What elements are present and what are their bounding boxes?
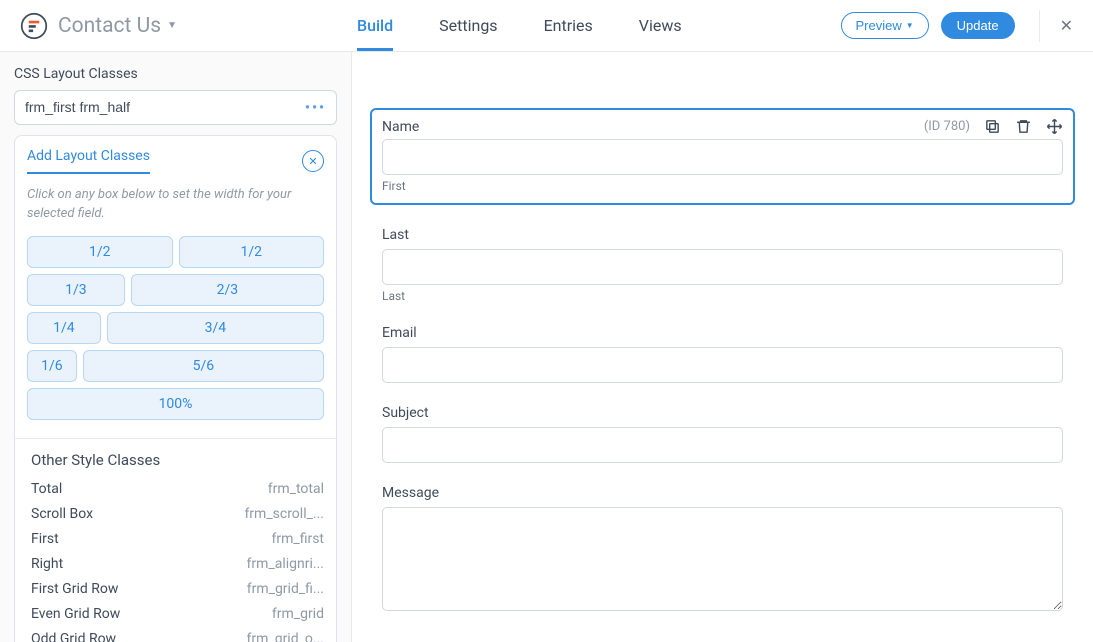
layout-hint: Click on any box below to set the width … xyxy=(27,186,324,224)
field-name[interactable]: Name (ID 780) First xyxy=(370,108,1075,205)
tab-build[interactable]: Build xyxy=(357,0,393,51)
other-class-row[interactable]: Total frm_total xyxy=(31,481,324,497)
field-message[interactable]: Message xyxy=(382,485,1063,615)
sidebar: CSS Layout Classes ••• Add Layout Classe… xyxy=(0,52,352,642)
duplicate-icon[interactable] xyxy=(984,118,1001,135)
field-label: Last xyxy=(382,227,1063,243)
layout-cell-third[interactable]: 1/3 xyxy=(27,274,125,306)
email-input[interactable] xyxy=(382,347,1063,383)
chevron-down-icon: ▼ xyxy=(906,21,914,30)
field-last[interactable]: Last Last xyxy=(382,227,1063,303)
subject-input[interactable] xyxy=(382,427,1063,463)
other-class: frm_grid_fi... xyxy=(247,581,324,597)
selected-field-header: Name (ID 780) xyxy=(382,118,1063,135)
form-canvas: Name (ID 780) First Last Last Email Subj… xyxy=(352,52,1093,642)
preview-button[interactable]: Preview ▼ xyxy=(841,12,929,39)
other-name: First xyxy=(31,531,59,547)
other-name: Even Grid Row xyxy=(31,606,120,622)
css-classes-label: CSS Layout Classes xyxy=(14,66,337,82)
move-icon[interactable] xyxy=(1046,118,1063,135)
other-name: First Grid Row xyxy=(31,581,118,597)
layout-cell-half[interactable]: 1/2 xyxy=(179,236,325,268)
layout-panel: Add Layout Classes ✕ Click on any box be… xyxy=(14,135,337,642)
field-id: (ID 780) xyxy=(924,119,970,134)
last-input[interactable] xyxy=(382,249,1063,285)
field-label: Message xyxy=(382,485,1063,501)
app-header: Contact Us ▼ Build Settings Entries View… xyxy=(0,0,1093,52)
layout-cell-two-thirds[interactable]: 2/3 xyxy=(131,274,324,306)
app-logo-icon xyxy=(20,12,48,40)
other-class: frm_alignri... xyxy=(247,556,324,572)
field-actions xyxy=(984,118,1063,135)
other-class: frm_scroll_... xyxy=(244,506,324,522)
field-label: Name xyxy=(382,119,419,135)
update-button[interactable]: Update xyxy=(941,12,1015,39)
layout-cell-quarter[interactable]: 1/4 xyxy=(27,312,101,344)
layout-row: 1/6 5/6 xyxy=(27,350,324,382)
chevron-down-icon: ▼ xyxy=(167,20,177,31)
layout-panel-tab[interactable]: Add Layout Classes xyxy=(27,148,150,174)
tab-views[interactable]: Views xyxy=(639,0,682,51)
main-layout: CSS Layout Classes ••• Add Layout Classe… xyxy=(0,52,1093,642)
other-name: Total xyxy=(31,481,62,497)
other-class: frm_grid_o... xyxy=(247,631,325,642)
other-classes-list: Totalfrm_total Scroll Boxfrm_scroll_... … xyxy=(27,481,324,642)
field-sublabel: Last xyxy=(382,289,1063,303)
field-subject[interactable]: Subject xyxy=(382,405,1063,463)
tab-settings[interactable]: Settings xyxy=(439,0,497,51)
other-class-row[interactable]: Even Grid Row frm_grid xyxy=(31,606,324,622)
layout-cell-full[interactable]: 100% xyxy=(27,388,324,420)
other-class-row[interactable]: Scroll Box frm_scroll_... xyxy=(31,506,324,522)
layout-grid: 1/2 1/2 1/3 2/3 1/4 3/4 1/6 5/6 100% xyxy=(27,236,324,420)
layout-cell-five-sixths[interactable]: 5/6 xyxy=(83,350,324,382)
layout-cell-three-quarters[interactable]: 3/4 xyxy=(107,312,324,344)
preview-label: Preview xyxy=(856,18,902,33)
divider xyxy=(15,438,336,439)
logo-title-wrap: Contact Us ▼ xyxy=(20,12,177,40)
other-classes-title: Other Style Classes xyxy=(27,451,324,469)
close-icon: ✕ xyxy=(1060,16,1073,35)
other-class: frm_first xyxy=(271,531,324,547)
other-class: frm_total xyxy=(268,481,324,497)
main-tabs: Build Settings Entries Views xyxy=(357,0,682,51)
field-label: Email xyxy=(382,325,1063,341)
layout-cell-sixth[interactable]: 1/6 xyxy=(27,350,77,382)
layout-row: 100% xyxy=(27,388,324,420)
header-actions: Preview ▼ Update ✕ xyxy=(841,10,1074,42)
name-first-input[interactable] xyxy=(382,139,1063,175)
close-icon: ✕ xyxy=(308,155,317,168)
trash-icon[interactable] xyxy=(1015,118,1032,135)
other-class-row[interactable]: First frm_first xyxy=(31,531,324,547)
layout-row: 1/4 3/4 xyxy=(27,312,324,344)
close-button[interactable]: ✕ xyxy=(1039,10,1073,42)
page-title-text: Contact Us xyxy=(58,14,161,38)
other-name: Odd Grid Row xyxy=(31,631,116,642)
tab-entries[interactable]: Entries xyxy=(544,0,593,51)
layout-panel-header: Add Layout Classes ✕ xyxy=(27,148,324,174)
page-title[interactable]: Contact Us ▼ xyxy=(58,14,177,38)
field-email[interactable]: Email xyxy=(382,325,1063,383)
other-class-row[interactable]: Odd Grid Row frm_grid_o... xyxy=(31,631,324,642)
other-name: Scroll Box xyxy=(31,506,93,522)
message-textarea[interactable] xyxy=(382,507,1063,611)
other-class: frm_grid xyxy=(272,606,324,622)
layout-panel-close[interactable]: ✕ xyxy=(302,150,324,172)
field-label: Subject xyxy=(382,405,1063,421)
other-class-row[interactable]: First Grid Row frm_grid_fi... xyxy=(31,581,324,597)
layout-row: 1/2 1/2 xyxy=(27,236,324,268)
layout-cell-half[interactable]: 1/2 xyxy=(27,236,173,268)
field-sublabel: First xyxy=(382,179,1063,193)
css-input-more-icon[interactable]: ••• xyxy=(305,100,326,116)
css-classes-input-wrap: ••• xyxy=(14,90,337,125)
css-classes-input[interactable] xyxy=(25,99,302,115)
layout-row: 1/3 2/3 xyxy=(27,274,324,306)
other-class-row[interactable]: Right frm_alignri... xyxy=(31,556,324,572)
other-name: Right xyxy=(31,556,63,572)
